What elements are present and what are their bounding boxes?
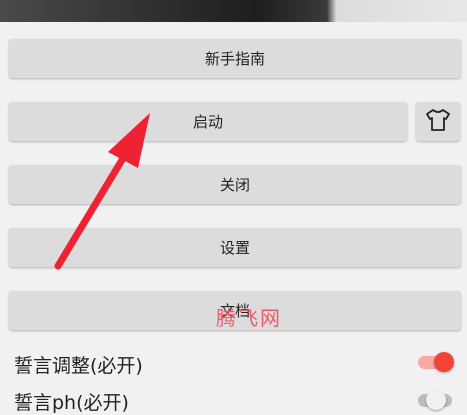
settings-button-label: 设置 (219, 239, 250, 257)
docs-button[interactable]: 文档 (9, 291, 461, 330)
tshirt-icon (425, 108, 451, 136)
oath-adjust-toggle[interactable] (416, 352, 456, 372)
toggle-thumb (434, 352, 454, 372)
settings-button[interactable]: 设置 (9, 228, 461, 267)
start-button[interactable]: 启动 (9, 102, 407, 141)
skin-button[interactable] (416, 102, 460, 141)
close-button-label: 关闭 (219, 176, 250, 194)
docs-button-label: 文档 (219, 302, 250, 320)
toggle-thumb (426, 390, 446, 410)
oath-adjust-label: 誓言调整(必开) (14, 355, 143, 377)
start-button-label: 启动 (192, 113, 223, 131)
guide-button[interactable]: 新手指南 (9, 39, 461, 78)
oath-ph-label: 誓言ph(必开) (14, 392, 129, 414)
close-button[interactable]: 关闭 (9, 165, 461, 204)
oath-ph-toggle[interactable] (416, 390, 456, 410)
guide-button-label: 新手指南 (204, 50, 265, 68)
top-photo (0, 0, 467, 22)
